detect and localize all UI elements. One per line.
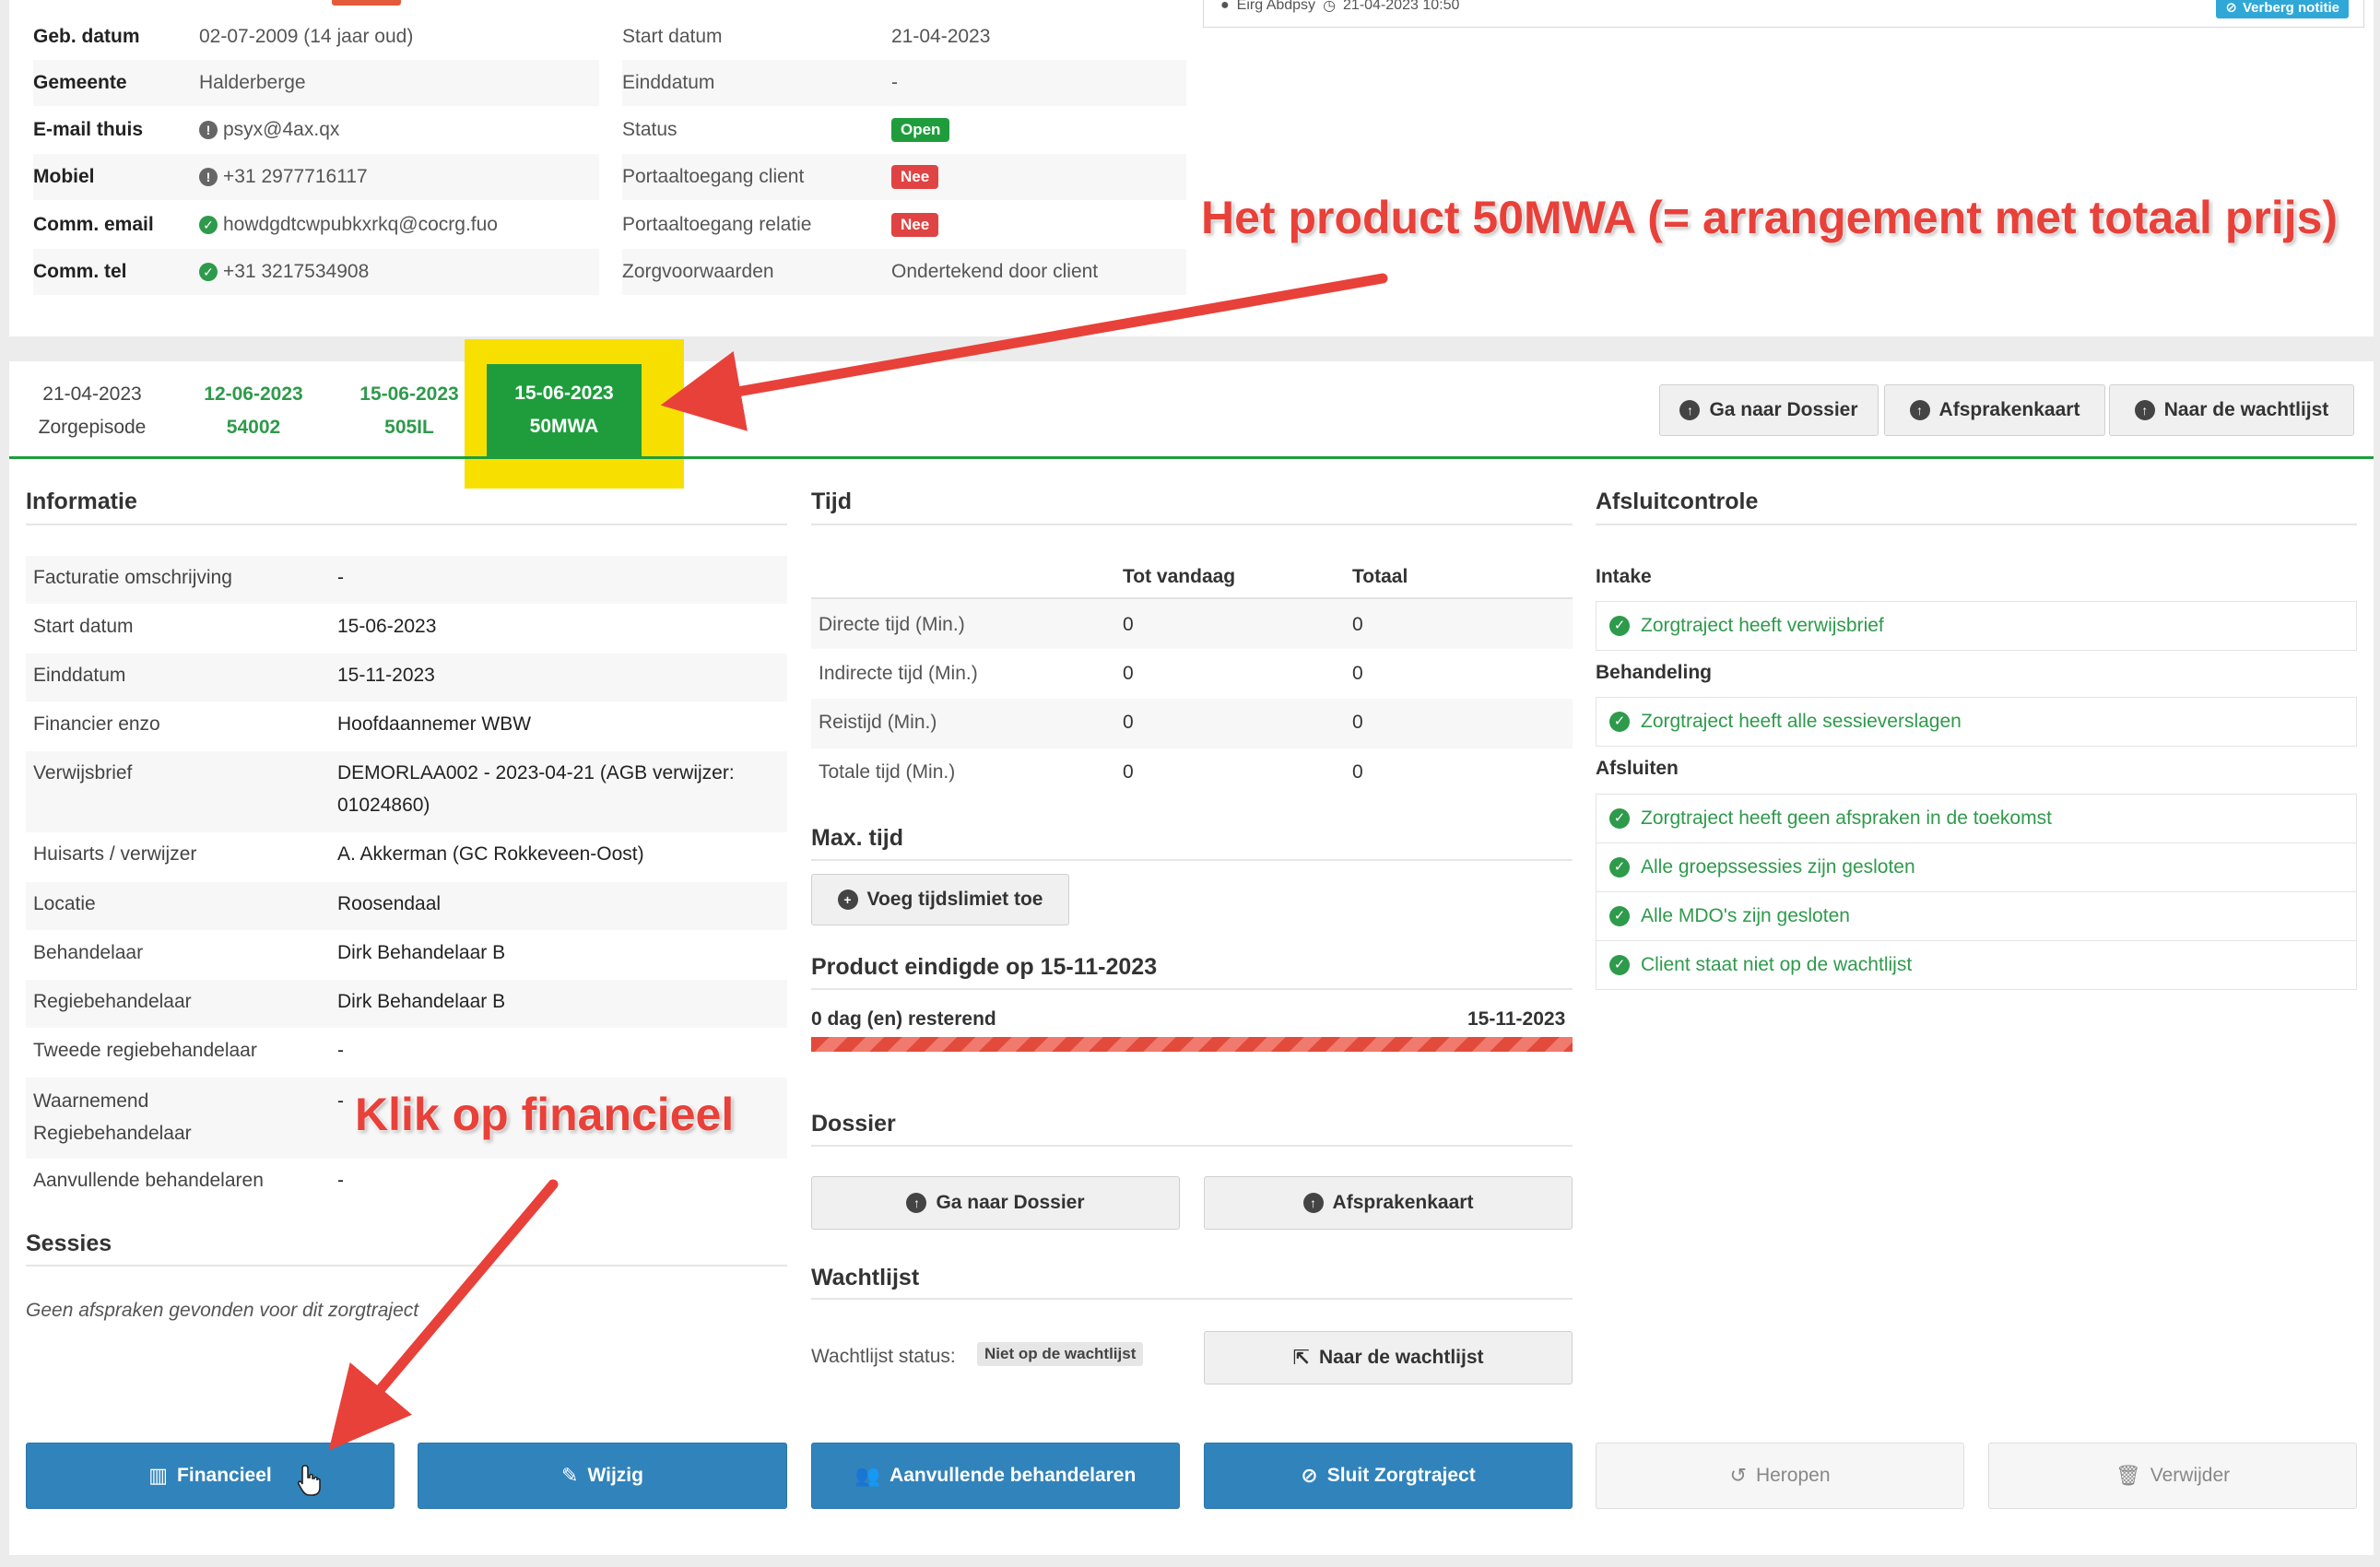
annotation-product: Het product 50MWA (= arrangement met tot… bbox=[1201, 192, 2339, 243]
annotation-arrow-product bbox=[660, 273, 1388, 431]
annotation-klik-financieel: Klik op financieel bbox=[355, 1089, 735, 1140]
annotation-arrow-financieel bbox=[328, 1179, 559, 1451]
